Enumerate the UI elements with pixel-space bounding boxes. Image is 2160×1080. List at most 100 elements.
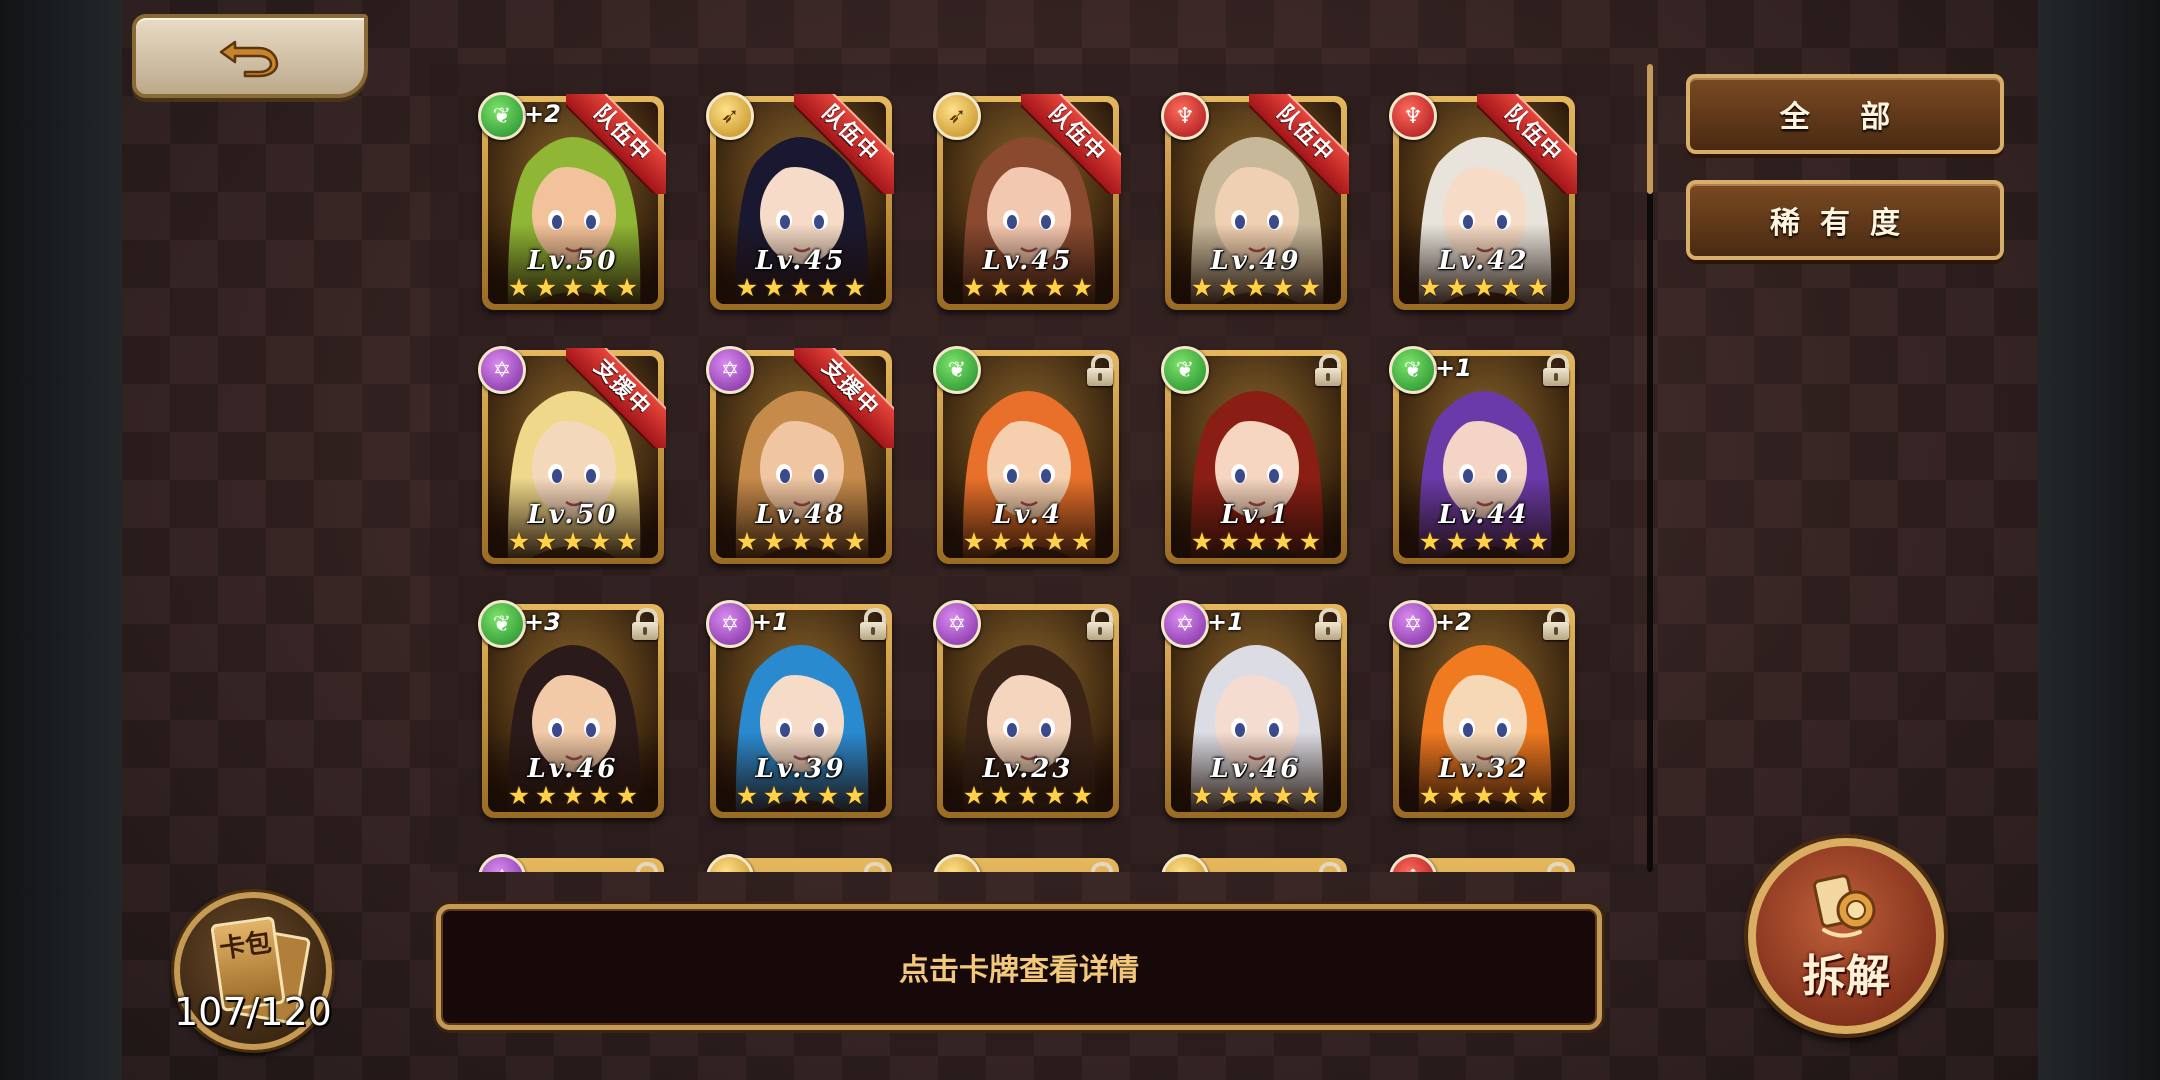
character-card-partial[interactable]: ➶ <box>706 854 892 872</box>
lock-icon[interactable] <box>1541 354 1571 388</box>
star-icon: ★ <box>789 527 813 556</box>
star-icon: ★ <box>588 781 612 810</box>
card-level: Lv.44 <box>1438 500 1530 530</box>
star-icon: ★ <box>735 273 759 302</box>
scroll-thumb[interactable] <box>1647 64 1653 194</box>
card-collection-screen: Lv.50 ★ ★ ★ ★ ★ 队伍中 ❦ +2 Lv.45 ★ ★ ★ ★ ★ 队伍中 ➶ Lv.45 ★ ★ ★… <box>122 0 2038 1080</box>
star-icon: ★ <box>1472 273 1496 302</box>
card-stars: ★ ★ ★ ★ ★ <box>1171 273 1341 302</box>
lock-icon[interactable] <box>1085 354 1115 388</box>
star-icon: ★ <box>1217 273 1241 302</box>
star-icon: ★ <box>507 527 531 556</box>
star-icon: ★ <box>816 527 840 556</box>
star-icon: ★ <box>1472 527 1496 556</box>
star-icon: ★ <box>1043 781 1067 810</box>
lock-icon[interactable] <box>1541 608 1571 642</box>
star-icon: ★ <box>507 273 531 302</box>
character-card-partial[interactable]: ➶ <box>1161 854 1347 872</box>
card-count: 107/120 <box>174 990 332 1034</box>
card-stars: ★ ★ ★ ★ ★ <box>943 527 1113 556</box>
star-icon: ★ <box>816 781 840 810</box>
star-icon: ★ <box>1418 273 1442 302</box>
card-level: Lv.46 <box>1210 754 1302 784</box>
character-card[interactable]: Lv.46 ★ ★ ★ ★ ★ ✡ +1 <box>1161 600 1347 818</box>
character-card[interactable]: Lv.46 ★ ★ ★ ★ ★ ❦ +3 <box>478 600 664 818</box>
character-card[interactable]: Lv.49 ★ ★ ★ ★ ★ 队伍中 ♆ <box>1161 92 1349 310</box>
star-icon: ★ <box>561 273 585 302</box>
filter-rarity-button[interactable]: 稀有度 <box>1686 180 2004 260</box>
lock-icon[interactable] <box>1313 608 1343 642</box>
character-card[interactable]: Lv.23 ★ ★ ★ ★ ★ ✡ <box>933 600 1119 818</box>
character-card-partial[interactable]: ➶ <box>933 854 1119 872</box>
magic-attribute-icon: ✡ <box>933 600 981 648</box>
star-icon: ★ <box>1445 781 1469 810</box>
card-level: Lv.39 <box>755 754 847 784</box>
card-level: Lv.48 <box>755 500 847 530</box>
card-stars: ★ ★ ★ ★ ★ <box>943 781 1113 810</box>
back-button[interactable] <box>132 14 368 98</box>
card-plus-value: +1 <box>1435 354 1472 382</box>
back-arrow-icon <box>219 40 279 78</box>
card-stars: ★ ★ ★ ★ ★ <box>716 781 886 810</box>
star-icon: ★ <box>735 527 759 556</box>
star-icon: ★ <box>989 781 1013 810</box>
character-card-partial[interactable]: ✡ <box>478 854 664 872</box>
character-card[interactable]: Lv.45 ★ ★ ★ ★ ★ 队伍中 ➶ <box>933 92 1121 310</box>
character-card[interactable]: Lv.50 ★ ★ ★ ★ ★ 队伍中 ❦ +2 <box>478 92 666 310</box>
character-card[interactable]: Lv.50 ★ ★ ★ ★ ★ 支援中 ✡ <box>478 346 666 564</box>
character-card[interactable]: Lv.32 ★ ★ ★ ★ ★ ✡ +2 <box>1389 600 1575 818</box>
star-icon: ★ <box>1499 527 1523 556</box>
star-icon: ★ <box>1445 273 1469 302</box>
star-icon: ★ <box>1016 781 1040 810</box>
status-ribbon: 队伍中 <box>566 94 666 194</box>
card-stars: ★ ★ ★ ★ ★ <box>716 527 886 556</box>
card-stars: ★ ★ ★ ★ ★ <box>488 527 658 556</box>
status-ribbon: 支援中 <box>566 348 666 448</box>
fire-attribute-icon: ♆ <box>1161 92 1209 140</box>
lock-icon[interactable] <box>1313 354 1343 388</box>
star-icon: ★ <box>1070 273 1094 302</box>
character-card-partial[interactable]: ♆ <box>1389 854 1575 872</box>
character-card[interactable]: Lv.44 ★ ★ ★ ★ ★ ❦ +1 <box>1389 346 1575 564</box>
card-level: Lv.45 <box>755 246 847 276</box>
nature-attribute-icon: ❦ <box>1389 346 1437 394</box>
status-ribbon-label: 支援中 <box>566 348 666 448</box>
lock-icon[interactable] <box>1085 608 1115 642</box>
character-card[interactable]: Lv.45 ★ ★ ★ ★ ★ 队伍中 ➶ <box>706 92 894 310</box>
card-level: Lv.1 <box>1221 500 1291 530</box>
magic-attribute-icon: ✡ <box>706 600 754 648</box>
filter-rarity-label: 稀有度 <box>1770 206 1920 241</box>
lock-icon[interactable] <box>630 608 660 642</box>
card-plus-value: +2 <box>1435 608 1472 636</box>
star-icon: ★ <box>1472 781 1496 810</box>
status-ribbon-label: 队伍中 <box>794 94 894 194</box>
star-icon: ★ <box>615 273 639 302</box>
star-icon: ★ <box>534 527 558 556</box>
star-icon: ★ <box>843 781 867 810</box>
card-stars: ★ ★ ★ ★ ★ <box>1399 273 1569 302</box>
card-level: Lv.32 <box>1438 754 1530 784</box>
card-grid[interactable]: Lv.50 ★ ★ ★ ★ ★ 队伍中 ❦ +2 Lv.45 ★ ★ ★ ★ ★ 队伍中 ➶ Lv.45 ★ ★ ★… <box>430 64 1634 872</box>
filter-all-button[interactable]: 全 部 <box>1686 74 2004 154</box>
star-icon: ★ <box>1043 527 1067 556</box>
star-icon: ★ <box>789 781 813 810</box>
card-stars: ★ ★ ★ ★ ★ <box>488 781 658 810</box>
character-card[interactable]: Lv.39 ★ ★ ★ ★ ★ ✡ +1 <box>706 600 892 818</box>
star-icon: ★ <box>789 273 813 302</box>
star-icon: ★ <box>1418 781 1442 810</box>
character-card[interactable]: Lv.42 ★ ★ ★ ★ ★ 队伍中 ♆ <box>1389 92 1577 310</box>
lock-icon[interactable] <box>858 608 888 642</box>
character-card[interactable]: Lv.4 ★ ★ ★ ★ ★ ❦ <box>933 346 1119 564</box>
card-plus-value: +2 <box>524 100 561 128</box>
star-icon: ★ <box>1271 273 1295 302</box>
card-grid-scrollbar[interactable] <box>1647 64 1653 872</box>
character-card[interactable]: Lv.1 ★ ★ ★ ★ ★ ❦ <box>1161 346 1347 564</box>
right-side-bar <box>2038 0 2160 1080</box>
fire-attribute-icon: ♆ <box>1389 92 1437 140</box>
dismantle-button[interactable]: 拆解 <box>1748 838 1944 1034</box>
star-icon: ★ <box>1070 527 1094 556</box>
star-icon: ★ <box>1070 781 1094 810</box>
star-icon: ★ <box>1298 781 1322 810</box>
character-card[interactable]: Lv.48 ★ ★ ★ ★ ★ 支援中 ✡ <box>706 346 894 564</box>
star-icon: ★ <box>1526 527 1550 556</box>
